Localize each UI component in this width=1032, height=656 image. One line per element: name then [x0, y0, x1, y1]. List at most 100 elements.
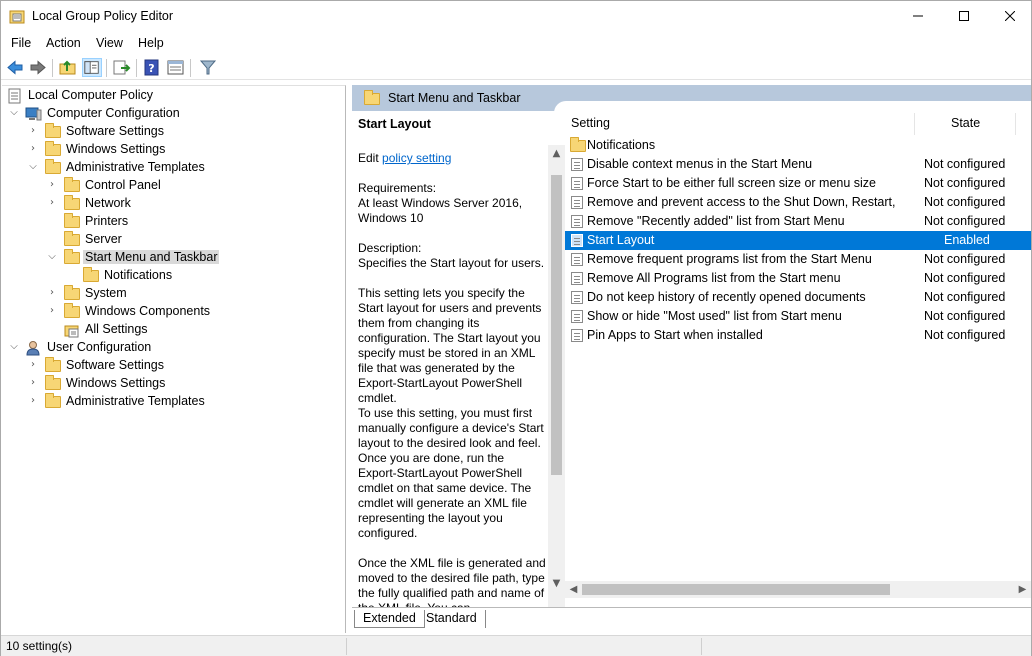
setting-state: Not configured: [924, 195, 1006, 209]
tab-extended[interactable]: Extended: [354, 610, 425, 628]
export-list-icon[interactable]: [112, 58, 132, 77]
list-item-setting[interactable]: Pin Apps to Start when installed Not con…: [565, 326, 1031, 345]
chevron-right-icon[interactable]: ›: [47, 288, 57, 298]
view-tabs: Extended Standard: [352, 607, 1031, 633]
list-item-setting[interactable]: Show or hide "Most used" list from Start…: [565, 307, 1031, 326]
status-separator: [346, 638, 347, 655]
status-text: 10 setting(s): [6, 639, 73, 653]
setting-state: Enabled: [944, 233, 990, 247]
tree-label: Computer Configuration: [47, 106, 180, 120]
folder-icon: [45, 393, 61, 408]
close-button[interactable]: [987, 1, 1032, 32]
toolbar-separator: [106, 59, 107, 77]
minimize-icon: [913, 15, 923, 17]
list-item-setting[interactable]: Remove "Recently added" list from Start …: [565, 212, 1031, 231]
scrollbar-thumb[interactable]: [582, 584, 890, 595]
policy-setting-icon: [571, 215, 583, 228]
filter-icon[interactable]: [198, 58, 218, 77]
toolbar-separator: [190, 59, 191, 77]
chevron-right-icon[interactable]: ›: [28, 144, 38, 154]
policy-setting-icon: [571, 234, 583, 247]
back-arrow-icon[interactable]: [5, 58, 25, 77]
setting-name: Remove and prevent access to the Shut Do…: [587, 195, 899, 209]
menu-view[interactable]: View: [96, 36, 123, 50]
menu-action[interactable]: Action: [46, 36, 81, 50]
tree-label: Printers: [85, 214, 129, 228]
maximize-button[interactable]: [941, 1, 987, 32]
edit-prefix: Edit: [358, 151, 379, 165]
scroll-right-icon[interactable]: ▶: [1014, 581, 1031, 598]
edit-policy-setting-link[interactable]: policy setting: [382, 151, 451, 165]
up-folder-icon[interactable]: [58, 58, 78, 77]
chevron-right-icon[interactable]: ›: [28, 360, 38, 370]
menu-file[interactable]: File: [11, 36, 31, 50]
chevron-right-icon[interactable]: ›: [47, 180, 57, 190]
list-item-notifications-folder[interactable]: Notifications: [565, 136, 1031, 155]
tree-label: Server: [85, 232, 122, 246]
details-pane: Start Menu and Taskbar Start Layout Edit…: [352, 85, 1031, 633]
help-icon[interactable]: ?: [142, 58, 162, 77]
list-item-setting[interactable]: Remove and prevent access to the Shut Do…: [565, 193, 1031, 212]
chevron-right-icon[interactable]: ›: [28, 396, 38, 406]
column-separator[interactable]: [1015, 113, 1016, 135]
setting-state: Not configured: [924, 214, 1006, 228]
policy-setting-icon: [571, 310, 583, 323]
setting-state: Not configured: [924, 290, 1006, 304]
description-scrollbar[interactable]: ▲ ▼: [548, 145, 565, 607]
folder-icon: [364, 90, 380, 105]
folder-icon: [45, 375, 61, 390]
chevron-down-icon[interactable]: ⌵: [47, 252, 57, 262]
minimize-button[interactable]: [895, 1, 941, 32]
setting-name: Do not keep history of recently opened d…: [587, 290, 866, 304]
list-item-setting[interactable]: Do not keep history of recently opened d…: [565, 288, 1031, 307]
show-hide-tree-icon[interactable]: [82, 58, 102, 77]
scroll-left-icon[interactable]: ◀: [565, 581, 582, 598]
menu-help[interactable]: Help: [138, 36, 164, 50]
scroll-up-icon[interactable]: ▲: [548, 145, 565, 162]
setting-state: Not configured: [924, 328, 1006, 342]
tree-label: Administrative Templates: [66, 394, 205, 408]
chevron-down-icon[interactable]: ⌵: [28, 162, 38, 172]
folder-icon: [45, 159, 61, 174]
all-settings-icon: [64, 325, 79, 338]
tree-label: Start Menu and Taskbar: [83, 250, 220, 264]
list-item-setting-selected[interactable]: Start Layout Enabled: [565, 231, 1031, 250]
folder-icon: [64, 177, 80, 192]
chevron-right-icon[interactable]: ›: [47, 198, 57, 208]
description-body-1: This setting lets you specify the Start …: [358, 286, 542, 405]
setting-name: Pin Apps to Start when installed: [587, 328, 763, 342]
tree-label: Notifications: [104, 268, 173, 282]
chevron-down-icon[interactable]: ⌵: [9, 108, 19, 118]
list-item-setting[interactable]: Remove All Programs list from the Start …: [565, 269, 1031, 288]
setting-name: Remove "Recently added" list from Start …: [587, 214, 845, 228]
tree-label: Windows Components: [85, 304, 211, 318]
tree-label: System: [85, 286, 127, 300]
settings-list: Setting State Notifications Disable cont…: [565, 111, 1031, 607]
toolbar-separator: [52, 59, 53, 77]
chevron-right-icon[interactable]: ›: [28, 378, 38, 388]
list-item-setting[interactable]: Force Start to be either full screen siz…: [565, 174, 1031, 193]
list-item-setting[interactable]: Disable context menus in the Start Menu …: [565, 155, 1031, 174]
setting-state: Not configured: [924, 271, 1006, 285]
column-separator[interactable]: [914, 113, 915, 135]
properties-icon[interactable]: [166, 58, 186, 77]
toolbar-separator: [136, 59, 137, 77]
chevron-right-icon[interactable]: ›: [28, 126, 38, 136]
scroll-down-icon[interactable]: ▼: [548, 575, 565, 592]
forward-arrow-icon[interactable]: [28, 58, 48, 77]
setting-name: Disable context menus in the Start Menu: [587, 157, 813, 171]
setting-name: Force Start to be either full screen siz…: [587, 176, 877, 190]
policy-setting-icon: [571, 291, 583, 304]
local-policy-icon: [8, 88, 21, 104]
tree-label: All Settings: [85, 322, 148, 336]
setting-state: Not configured: [924, 309, 1006, 323]
list-horizontal-scrollbar[interactable]: ◀ ▶: [565, 581, 1031, 598]
chevron-right-icon[interactable]: ›: [47, 306, 57, 316]
requirements-label: Requirements:: [358, 181, 437, 195]
scrollbar-thumb[interactable]: [551, 175, 562, 475]
tab-standard[interactable]: Standard: [418, 610, 486, 628]
list-item-setting[interactable]: Remove frequent programs list from the S…: [565, 250, 1031, 269]
setting-name: Notifications: [587, 138, 656, 152]
description-title: Start Layout: [358, 117, 431, 131]
chevron-down-icon[interactable]: ⌵: [9, 342, 19, 352]
